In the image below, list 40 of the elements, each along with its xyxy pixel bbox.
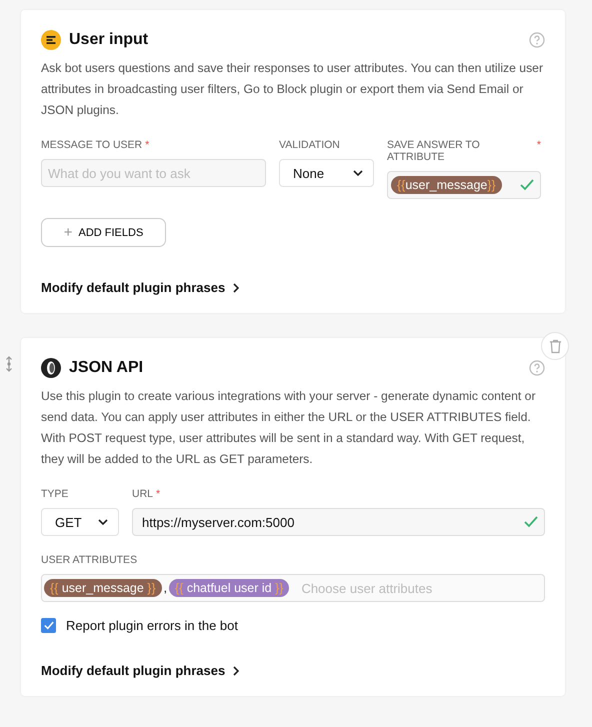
checkbox[interactable]	[41, 618, 56, 633]
attributes-input[interactable]: {{ user_message }} , {{ chatfuel user id }} Choose user attributes	[41, 574, 545, 602]
type-select[interactable]: GET	[41, 508, 119, 536]
help-icon[interactable]	[529, 32, 545, 48]
trash-icon	[548, 338, 562, 354]
drag-handle-icon[interactable]	[5, 355, 13, 373]
field-label: VALIDATION	[279, 139, 340, 151]
separator: ,	[164, 581, 167, 595]
field-label: MESSAGE TO USER	[41, 139, 142, 151]
required-mark: *	[145, 139, 150, 151]
validation-select[interactable]: None	[279, 159, 374, 187]
caret-icon	[353, 170, 363, 176]
caret-icon	[98, 519, 108, 525]
plugin-title: JSON API	[69, 359, 144, 377]
plugin-title: User input	[69, 31, 148, 49]
required-mark: *	[536, 139, 541, 153]
attribute-input[interactable]: {{user_message}}	[387, 171, 541, 199]
list-icon	[41, 30, 61, 50]
field-label: SAVE ANSWER TO ATTRIBUTE	[387, 139, 481, 163]
delete-button[interactable]	[541, 332, 569, 360]
field-label: TYPE	[41, 488, 68, 500]
field-label: USER ATTRIBUTES	[41, 554, 138, 566]
message-input[interactable]: What do you want to ask	[41, 159, 266, 187]
required-mark: *	[156, 488, 160, 500]
chevron-icon	[233, 666, 240, 676]
plugin-description: Ask bot users questions and save their responses to user attributes. You can then utilize user attributes in broadcasting user filters, Go to Block plugin or export them via Send Email or JSON plugins.	[41, 60, 544, 119]
attribute-chip: {{user_message}}	[391, 176, 502, 194]
url-input[interactable]: https://myserver.com:5000	[132, 508, 545, 536]
checkbox-label: Report plugin errors in the bot	[66, 618, 238, 633]
plugin-description: Use this plugin to create various integrations with your server - generate dynamic content or send data. You can apply user attributes in either the URL or the USER ATTRIBUTES field. With POST request type, user attributes will be sent in a standard way. With GET request, they will be added to the URL as GET parameters.	[41, 388, 537, 468]
attributes-placeholder: Choose user attributes	[301, 580, 432, 596]
chevron-icon	[233, 282, 240, 292]
attribute-chip: {{ chatfuel user id }}	[169, 579, 290, 597]
help-icon[interactable]	[529, 360, 545, 376]
add-fields-button[interactable]: + ADD FIELDS	[41, 218, 166, 247]
modify-phrases-link[interactable]: Modify default plugin phrases	[41, 280, 240, 295]
field-label: URL	[132, 488, 154, 500]
attribute-chip: {{ user_message }}	[44, 579, 162, 597]
swirl-logo-icon	[41, 358, 61, 378]
modify-phrases-link[interactable]: Modify default plugin phrases	[41, 663, 240, 678]
